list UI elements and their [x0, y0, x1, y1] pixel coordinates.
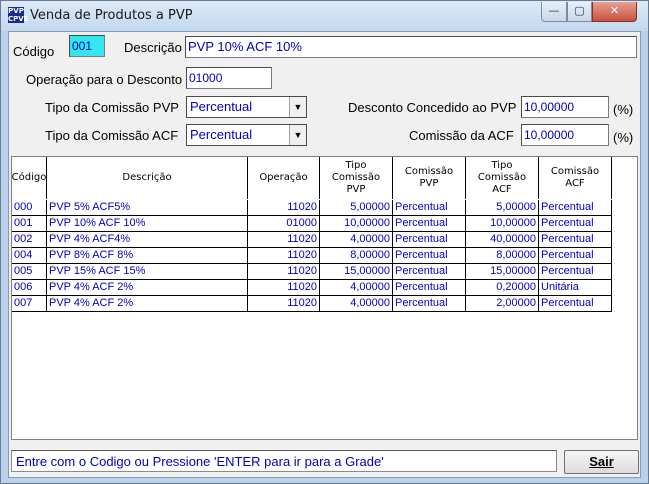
tipo-comissao-pvp-value: Percentual [190, 99, 253, 114]
table-cell[interactable]: 15,00000 [466, 264, 539, 280]
table-row[interactable]: 007 PVP 4% ACF 2% 11020 4,00000 Percentual 2,… [12, 296, 612, 312]
tipo-comissao-acf-select[interactable]: Percentual ▼ [186, 124, 307, 146]
table-cell[interactable]: 4,00000 [320, 232, 393, 248]
table-cell[interactable]: Percentual [393, 296, 466, 312]
table-cell[interactable]: 10,00000 [320, 216, 393, 232]
table-cell[interactable]: PVP 15% ACF 15% [47, 264, 248, 280]
chevron-down-icon[interactable]: ▼ [289, 125, 306, 145]
table-cell[interactable]: Percentual [393, 200, 466, 216]
table-cell[interactable]: Percentual [539, 296, 612, 312]
table-cell[interactable]: 4,00000 [320, 296, 393, 312]
table-cell[interactable]: Percentual [539, 232, 612, 248]
table-cell[interactable]: 01000 [248, 216, 320, 232]
table-cell[interactable]: Percentual [539, 248, 612, 264]
table-row[interactable]: 000 PVP 5% ACF5% 11020 5,00000 Percentual 5,0… [12, 200, 612, 216]
table-cell[interactable]: Percentual [393, 216, 466, 232]
table-cell[interactable]: 11020 [248, 232, 320, 248]
comissao-acf-label: Comissão da ACF [409, 128, 514, 143]
table-cell[interactable]: 006 [12, 280, 47, 296]
table-cell[interactable]: Percentual [539, 200, 612, 216]
grid-header: Código Descrição Operação Tipo Comissão PVP… [12, 157, 612, 199]
table-cell[interactable]: 8,00000 [466, 248, 539, 264]
grid-header-cell[interactable]: Operação [248, 157, 320, 199]
comissao-acf-unit: (%) [613, 130, 634, 145]
table-row[interactable]: 006 PVP 4% ACF 2% 11020 4,00000 Percentual 0,… [12, 280, 612, 296]
grid-header-cell[interactable]: Comissão PVP [393, 157, 466, 199]
table-row[interactable]: 001 PVP 10% ACF 10% 01000 10,00000 Percentua… [12, 216, 612, 232]
descricao-field[interactable]: PVP 10% ACF 10% [185, 36, 637, 58]
table-cell[interactable]: 002 [12, 232, 47, 248]
codigo-field[interactable]: 001 [69, 35, 105, 57]
table-cell[interactable]: PVP 8% ACF 8% [47, 248, 248, 264]
comissao-acf-field[interactable]: 10,00000 [521, 124, 609, 146]
tipo-comissao-acf-label: Tipo da Comissão ACF [45, 128, 179, 143]
desconto-label: Desconto Concedido ao PVP [348, 100, 517, 115]
table-cell[interactable]: Unitária [539, 280, 612, 296]
table-cell[interactable]: 10,00000 [466, 216, 539, 232]
minimize-button[interactable]: — [541, 2, 567, 22]
table-cell[interactable]: 11020 [248, 248, 320, 264]
main-window: PVP CPVE Venda de Produtos a PVP — ▢ ✕ Có… [0, 0, 649, 484]
descricao-label: Descrição [124, 40, 182, 55]
table-cell[interactable]: 11020 [248, 280, 320, 296]
exit-button[interactable]: Sair [564, 450, 639, 474]
table-cell[interactable]: Percentual [539, 264, 612, 280]
table-cell[interactable]: Percentual [393, 232, 466, 248]
grid-header-cell[interactable]: Comissão ACF [539, 157, 612, 199]
table-cell[interactable]: PVP 10% ACF 10% [47, 216, 248, 232]
table-cell[interactable]: PVP 5% ACF5% [47, 200, 248, 216]
app-icon[interactable]: PVP CPVE [8, 7, 28, 23]
grid-header-cell[interactable]: Tipo Comissão PVP [320, 157, 393, 199]
table-cell[interactable]: 0,20000 [466, 280, 539, 296]
table-cell[interactable]: 8,00000 [320, 248, 393, 264]
title-bar[interactable]: PVP CPVE Venda de Produtos a PVP — ▢ ✕ [1, 1, 648, 31]
table-cell[interactable]: 11020 [248, 264, 320, 280]
grid-header-cell[interactable]: Código [12, 157, 47, 199]
codigo-label: Código [13, 44, 55, 59]
table-cell[interactable]: Percentual [393, 248, 466, 264]
chevron-down-icon[interactable]: ▼ [289, 97, 306, 117]
table-cell[interactable]: Percentual [393, 264, 466, 280]
table-cell[interactable]: 11020 [248, 296, 320, 312]
table-cell[interactable]: 4,00000 [320, 280, 393, 296]
grid-header-cell[interactable]: Tipo Comissão ACF [466, 157, 539, 199]
table-cell[interactable]: 40,00000 [466, 232, 539, 248]
table-cell[interactable]: 15,00000 [320, 264, 393, 280]
desconto-unit: (%) [613, 102, 634, 117]
table-cell[interactable]: Percentual [539, 216, 612, 232]
table-cell[interactable]: PVP 4% ACF4% [47, 232, 248, 248]
table-cell[interactable]: 005 [12, 264, 47, 280]
grid-header-cell[interactable]: Descrição [47, 157, 248, 199]
table-row[interactable]: 004 PVP 8% ACF 8% 11020 8,00000 Percentual 8,… [12, 248, 612, 264]
tipo-comissao-acf-value: Percentual [190, 127, 253, 142]
tipo-comissao-pvp-label: Tipo da Comissão PVP [45, 100, 179, 115]
table-cell[interactable]: 5,00000 [320, 200, 393, 216]
close-button[interactable]: ✕ [592, 2, 637, 22]
table-row[interactable]: 005 PVP 15% ACF 15% 11020 15,00000 Percentua… [12, 264, 612, 280]
form-area: Código 001 Descrição PVP 10% ACF 10% Ope… [8, 31, 641, 478]
desconto-field[interactable]: 10,00000 [521, 96, 609, 118]
window-title: Venda de Produtos a PVP [30, 8, 193, 23]
table-cell[interactable]: 004 [12, 248, 47, 264]
operacao-label: Operação para o Desconto [26, 72, 183, 87]
table-cell[interactable]: Percentual [393, 280, 466, 296]
table-cell[interactable]: 001 [12, 216, 47, 232]
tipo-comissao-pvp-select[interactable]: Percentual ▼ [186, 96, 307, 118]
status-message: Entre com o Codigo ou Pressione 'ENTER p… [11, 450, 557, 472]
table-cell[interactable]: 5,00000 [466, 200, 539, 216]
products-grid[interactable]: Código Descrição Operação Tipo Comissão PVP… [11, 156, 638, 440]
table-cell[interactable]: 11020 [248, 200, 320, 216]
table-cell[interactable]: 000 [12, 200, 47, 216]
table-cell[interactable]: 2,00000 [466, 296, 539, 312]
table-cell[interactable]: PVP 4% ACF 2% [47, 296, 248, 312]
table-cell[interactable]: PVP 4% ACF 2% [47, 280, 248, 296]
maximize-button[interactable]: ▢ [567, 2, 592, 22]
operacao-field[interactable]: 01000 [186, 67, 272, 89]
table-cell[interactable]: 007 [12, 296, 47, 312]
table-row[interactable]: 002 PVP 4% ACF4% 11020 4,00000 Percentual 40,… [12, 232, 612, 248]
